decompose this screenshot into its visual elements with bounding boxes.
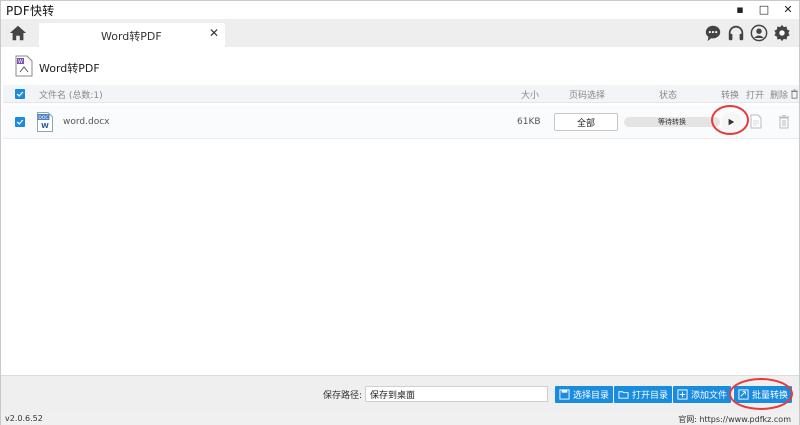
tab-word-to-pdf[interactable]: Word转PDF ✕ — [39, 23, 225, 47]
maximize-button[interactable]: □ — [757, 3, 771, 17]
tab-bar: Word转PDF ✕ — [1, 19, 799, 47]
window-controls: ▪ □ ✕ — [733, 1, 795, 19]
choose-dir-button[interactable]: 选择目录 — [555, 386, 614, 403]
folder-icon — [618, 391, 629, 399]
column-status: 状态 — [659, 91, 678, 101]
page-title: Word转PDF — [39, 62, 100, 75]
status-badge: 等待转换 — [624, 117, 720, 127]
title-bar: PDF快转 ▪ □ ✕ — [1, 1, 799, 19]
highlight-circle — [729, 378, 793, 410]
check-icon — [16, 91, 24, 97]
file-size: 61KB — [517, 117, 541, 127]
select-all-checkbox[interactable] — [15, 89, 25, 99]
app-title: PDF快转 — [6, 3, 55, 18]
bottom-bar: 保存路径: 选择目录 打开目录 添加文件 批量转换 — [1, 375, 799, 412]
tab-label: Word转PDF — [101, 30, 162, 43]
highlight-circle — [711, 105, 749, 135]
column-delete: 删除 — [770, 91, 789, 101]
version-label: v2.0.6.52 — [5, 414, 43, 423]
website-link[interactable]: 官网: https://www.pdfkz.com — [678, 414, 791, 425]
word-to-pdf-icon: W — [15, 55, 33, 77]
add-file-label: 添加文件 — [691, 391, 728, 401]
save-path-input[interactable] — [365, 386, 548, 402]
column-open: 打开 — [746, 91, 765, 101]
delete-icon[interactable] — [778, 114, 790, 129]
word-letter: W — [41, 122, 49, 130]
save-icon — [559, 389, 570, 400]
page-range-select[interactable]: 全部 — [554, 113, 618, 131]
open-dir-label: 打开目录 — [632, 391, 669, 401]
add-file-button[interactable]: 添加文件 — [673, 386, 732, 403]
toolbar-right — [704, 24, 791, 42]
page-header: W Word转PDF — [1, 47, 799, 85]
file-name: word.docx — [63, 117, 110, 127]
file-type-label: DOC — [38, 115, 48, 121]
status-bar: v2.0.6.52 官网: https://www.pdfkz.com — [1, 412, 799, 425]
column-size: 大小 — [521, 91, 540, 101]
headset-icon[interactable] — [727, 24, 745, 42]
column-filename: 文件名 (总数:1) — [39, 91, 103, 101]
tab-close-button[interactable]: ✕ — [207, 26, 221, 40]
gear-icon[interactable] — [773, 24, 791, 42]
row-checkbox[interactable] — [15, 117, 25, 127]
close-button[interactable]: ✕ — [781, 3, 795, 17]
word-file-icon: DOC W — [37, 112, 53, 132]
svg-text:W: W — [18, 59, 23, 65]
add-icon — [677, 389, 688, 400]
app-window: PDF快转 ▪ □ ✕ Word转PDF ✕ W Word转PDF 文件名 (总… — [0, 0, 800, 425]
column-convert: 转换 — [721, 91, 740, 101]
home-icon[interactable] — [9, 24, 27, 42]
delete-all-icon[interactable] — [790, 89, 799, 99]
chat-icon[interactable] — [704, 24, 722, 42]
check-icon — [16, 119, 24, 125]
minimize-button[interactable]: ▪ — [733, 3, 747, 17]
save-path-label: 保存路径: — [323, 391, 363, 401]
file-table-header: 文件名 (总数:1) 大小 页码选择 状态 转换 打开 删除 — [3, 85, 799, 103]
table-row: DOC W word.docx 61KB 全部 等待转换 — [3, 105, 799, 139]
open-file-icon[interactable] — [750, 114, 762, 129]
open-dir-button[interactable]: 打开目录 — [614, 386, 673, 403]
user-icon[interactable] — [750, 24, 768, 42]
choose-dir-label: 选择目录 — [573, 391, 610, 401]
column-pages: 页码选择 — [569, 91, 606, 101]
